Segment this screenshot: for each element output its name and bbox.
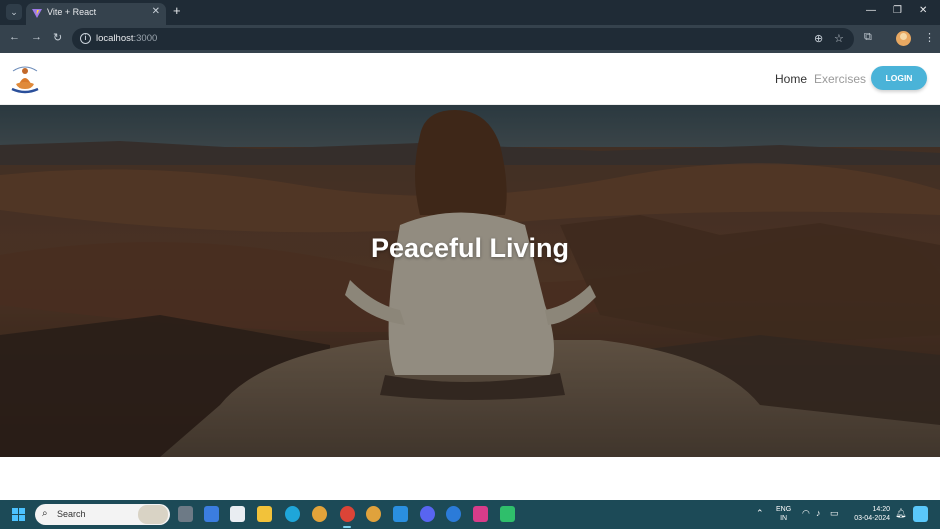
browser-tab-strip: ⌄ Vite + React ✕ + — ❐ ✕ xyxy=(0,0,940,25)
hero-background-image xyxy=(0,105,940,457)
login-button[interactable]: LOGIN xyxy=(871,66,927,90)
browser-menu-icon[interactable]: ⋮ xyxy=(924,31,935,44)
edge-icon[interactable] xyxy=(285,506,300,522)
minimize-icon[interactable]: — xyxy=(866,5,876,16)
notification-bell-icon[interactable]: 🔔︎ xyxy=(895,508,906,519)
url-text: localhost:3000 xyxy=(96,33,157,44)
site-info-icon[interactable]: i xyxy=(80,33,91,44)
hero-title: Peaceful Living xyxy=(370,233,570,263)
nav-exercises-link[interactable]: Exercises xyxy=(814,72,866,86)
chrome-icon[interactable] xyxy=(340,506,355,522)
reload-icon[interactable]: ↻ xyxy=(53,31,62,44)
search-icon: ⌕ xyxy=(42,508,48,519)
address-bar[interactable]: i localhost:3000 ⊕ ☆ xyxy=(72,28,854,50)
vscode-icon[interactable] xyxy=(393,506,408,522)
battery-icon[interactable]: ▭ xyxy=(830,508,839,519)
taskbar-search-box[interactable]: ⌕ Search xyxy=(35,504,170,525)
yoga-logo[interactable] xyxy=(8,62,42,96)
widgets-icon[interactable] xyxy=(204,506,219,522)
tray-overflow-icon[interactable]: ⌃ xyxy=(756,508,764,519)
chrome-canary-icon[interactable] xyxy=(312,506,327,522)
vite-favicon-icon xyxy=(32,9,42,18)
bookmark-star-icon[interactable]: ☆ xyxy=(834,32,844,45)
active-app-indicator xyxy=(343,526,351,528)
clock-date: 03-04-2024 xyxy=(854,515,890,522)
windows-start-icon[interactable] xyxy=(12,508,25,521)
volume-icon[interactable]: ♪ xyxy=(816,508,821,518)
wifi-icon[interactable]: ◠ xyxy=(802,508,810,519)
task-view-icon[interactable] xyxy=(178,506,193,522)
forward-icon[interactable]: → xyxy=(31,31,42,43)
language-indicator[interactable]: ENG IN xyxy=(776,505,791,523)
file-explorer-icon[interactable] xyxy=(257,506,272,522)
window-close-icon[interactable]: ✕ xyxy=(919,5,927,16)
tab-title: Vite + React xyxy=(47,7,97,17)
tab-close-icon[interactable]: ✕ xyxy=(152,6,160,17)
jetbrains-icon[interactable] xyxy=(473,506,488,522)
region-code: IN xyxy=(780,515,788,522)
restore-icon[interactable]: ❐ xyxy=(893,5,902,16)
windows-taskbar: ⌕ Search ⌃ ENG IN ◠ ♪ ▭ 14:20 03-04-2024… xyxy=(0,500,940,529)
tab-search-menu-icon[interactable]: ⌄ xyxy=(6,4,22,20)
url-port: :3000 xyxy=(133,33,158,44)
profile-avatar[interactable] xyxy=(896,31,911,46)
search-highlight-image xyxy=(138,505,168,524)
discord-icon[interactable] xyxy=(420,506,435,522)
new-tab-icon[interactable]: + xyxy=(173,4,181,18)
back-icon[interactable]: ← xyxy=(9,31,20,43)
clock-time: 14:20 xyxy=(872,506,890,513)
url-host: localhost xyxy=(96,33,134,44)
zoom-icon[interactable]: ⊕ xyxy=(814,32,823,45)
system-clock[interactable]: 14:20 03-04-2024 xyxy=(848,505,890,523)
nav-home-link[interactable]: Home xyxy=(775,72,807,86)
notepad-icon[interactable] xyxy=(230,506,245,522)
site-header: Home Exercises LOGIN xyxy=(0,53,940,105)
taskbar-search-placeholder: Search xyxy=(57,509,86,519)
copilot-icon[interactable] xyxy=(913,506,928,522)
language-code: ENG xyxy=(776,506,792,513)
browser-tab[interactable]: Vite + React ✕ xyxy=(26,3,166,25)
chrome-profile-icon[interactable] xyxy=(366,506,381,522)
browser-toolbar: ← → ↻ i localhost:3000 ⊕ ☆ ⧉ ⋮ xyxy=(0,25,940,53)
app-store-icon[interactable] xyxy=(446,506,461,522)
extensions-icon[interactable]: ⧉ xyxy=(864,31,872,44)
pycharm-icon[interactable] xyxy=(500,506,515,522)
hero-banner: Peaceful Living xyxy=(0,105,940,457)
